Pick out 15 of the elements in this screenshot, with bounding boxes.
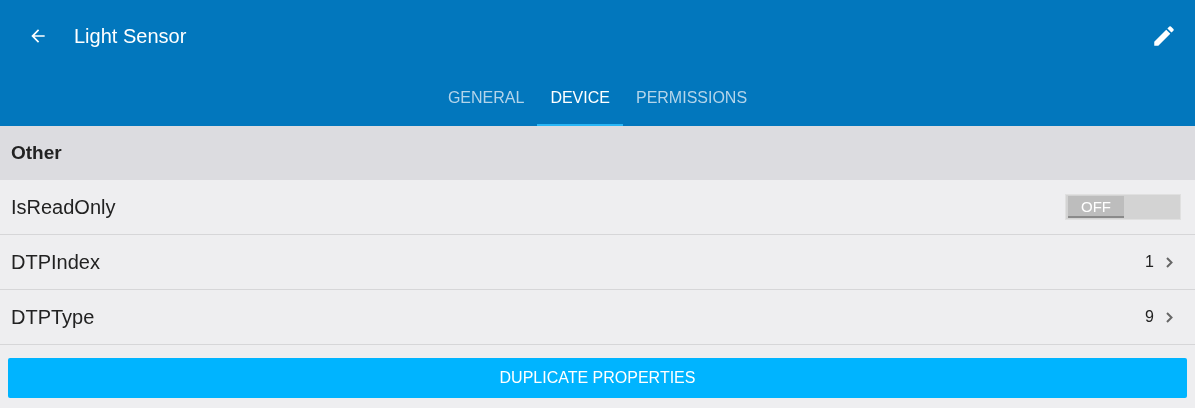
setting-row[interactable]: DTPType 9 bbox=[0, 290, 1195, 345]
tab[interactable]: GENERAL bbox=[434, 72, 538, 126]
tab[interactable]: PERMISSIONS bbox=[622, 72, 761, 126]
setting-value: 9 bbox=[1145, 308, 1154, 326]
setting-label: IsReadOnly bbox=[11, 195, 117, 219]
chevron-right-icon bbox=[1166, 256, 1173, 268]
setting-label: DTPIndex bbox=[11, 250, 101, 274]
screen-title: Light Sensor bbox=[74, 24, 188, 48]
setting-row[interactable]: DTPIndex 1 bbox=[0, 235, 1195, 290]
setting-value: 1 bbox=[1145, 253, 1154, 271]
section-header: Other bbox=[0, 126, 1195, 180]
chevron-right-icon bbox=[1166, 311, 1173, 323]
setting-label: DTPType bbox=[11, 305, 96, 329]
setting-row[interactable]: IsReadOnly OFF bbox=[0, 180, 1195, 235]
edit-button[interactable] bbox=[1151, 23, 1177, 49]
